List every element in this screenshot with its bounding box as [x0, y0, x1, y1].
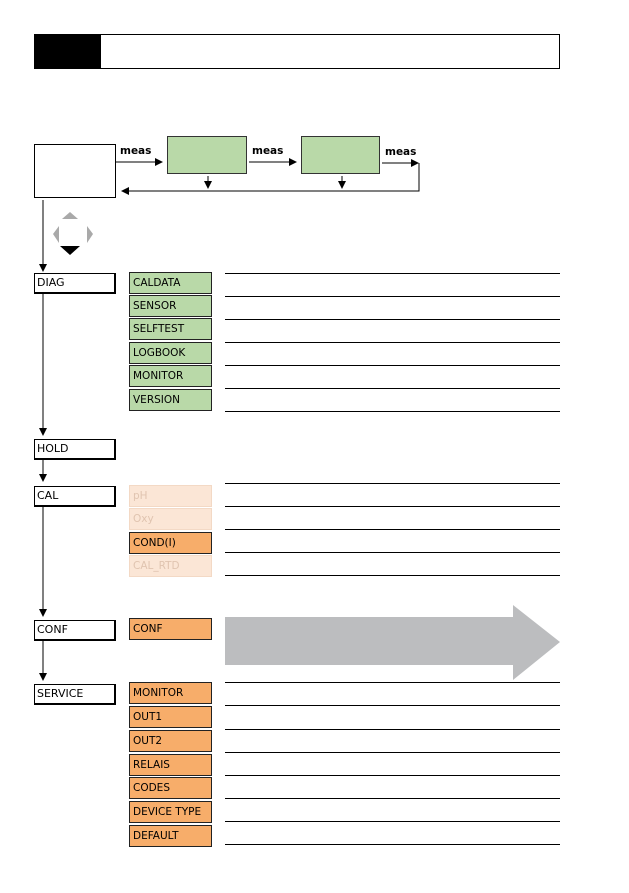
menu-service[interactable]: SERVICE [34, 684, 116, 705]
cal-oxy: Oxy [129, 508, 212, 530]
description-line [225, 483, 560, 484]
diag-logbook[interactable]: LOGBOOK [129, 342, 212, 364]
description-line [225, 388, 560, 389]
description-line [225, 296, 560, 297]
nav-keys-icon [53, 212, 93, 255]
description-line [225, 506, 560, 507]
description-line [225, 844, 560, 845]
description-line [225, 729, 560, 730]
menu-diag[interactable]: DIAG [34, 273, 116, 294]
right-key-icon [87, 226, 93, 243]
diag-caldata[interactable]: CALDATA [129, 272, 212, 294]
description-line [225, 682, 560, 683]
diag-sensor[interactable]: SENSOR [129, 295, 212, 317]
service-out2[interactable]: OUT2 [129, 730, 212, 752]
description-line [225, 273, 560, 274]
description-line [225, 775, 560, 776]
service-out1[interactable]: OUT1 [129, 706, 212, 728]
description-line [225, 821, 560, 822]
description-line [225, 705, 560, 706]
menu-cal[interactable]: CAL [34, 486, 116, 507]
menu-hold[interactable]: HOLD [34, 439, 116, 460]
description-line [225, 342, 560, 343]
menu-conf[interactable]: CONF [34, 620, 116, 641]
service-default[interactable]: DEFAULT [129, 825, 212, 847]
return-loop-line [125, 163, 420, 192]
description-line [225, 552, 560, 553]
left-key-icon [53, 226, 59, 243]
cal-cond-i[interactable]: COND(I) [129, 532, 212, 554]
description-line [225, 752, 560, 753]
down-key-icon [60, 246, 80, 255]
description-line [225, 798, 560, 799]
diag-version[interactable]: VERSION [129, 389, 212, 411]
conf-conf[interactable]: CONF [129, 618, 212, 640]
service-device-type[interactable]: DEVICE TYPE [129, 801, 212, 823]
diag-monitor[interactable]: MONITOR [129, 365, 212, 387]
description-line [225, 319, 560, 320]
cal-ph: pH [129, 485, 212, 507]
description-line [225, 575, 560, 576]
diag-selftest[interactable]: SELFTEST [129, 318, 212, 340]
service-relais[interactable]: RELAIS [129, 754, 212, 776]
description-line [225, 365, 560, 366]
service-monitor[interactable]: MONITOR [129, 682, 212, 704]
description-line [225, 529, 560, 530]
cal-rtd: CAL_RTD [129, 555, 212, 577]
description-line [225, 411, 560, 412]
service-codes[interactable]: CODES [129, 777, 212, 799]
up-key-icon [62, 212, 78, 219]
conf-forward-arrow [225, 605, 560, 680]
